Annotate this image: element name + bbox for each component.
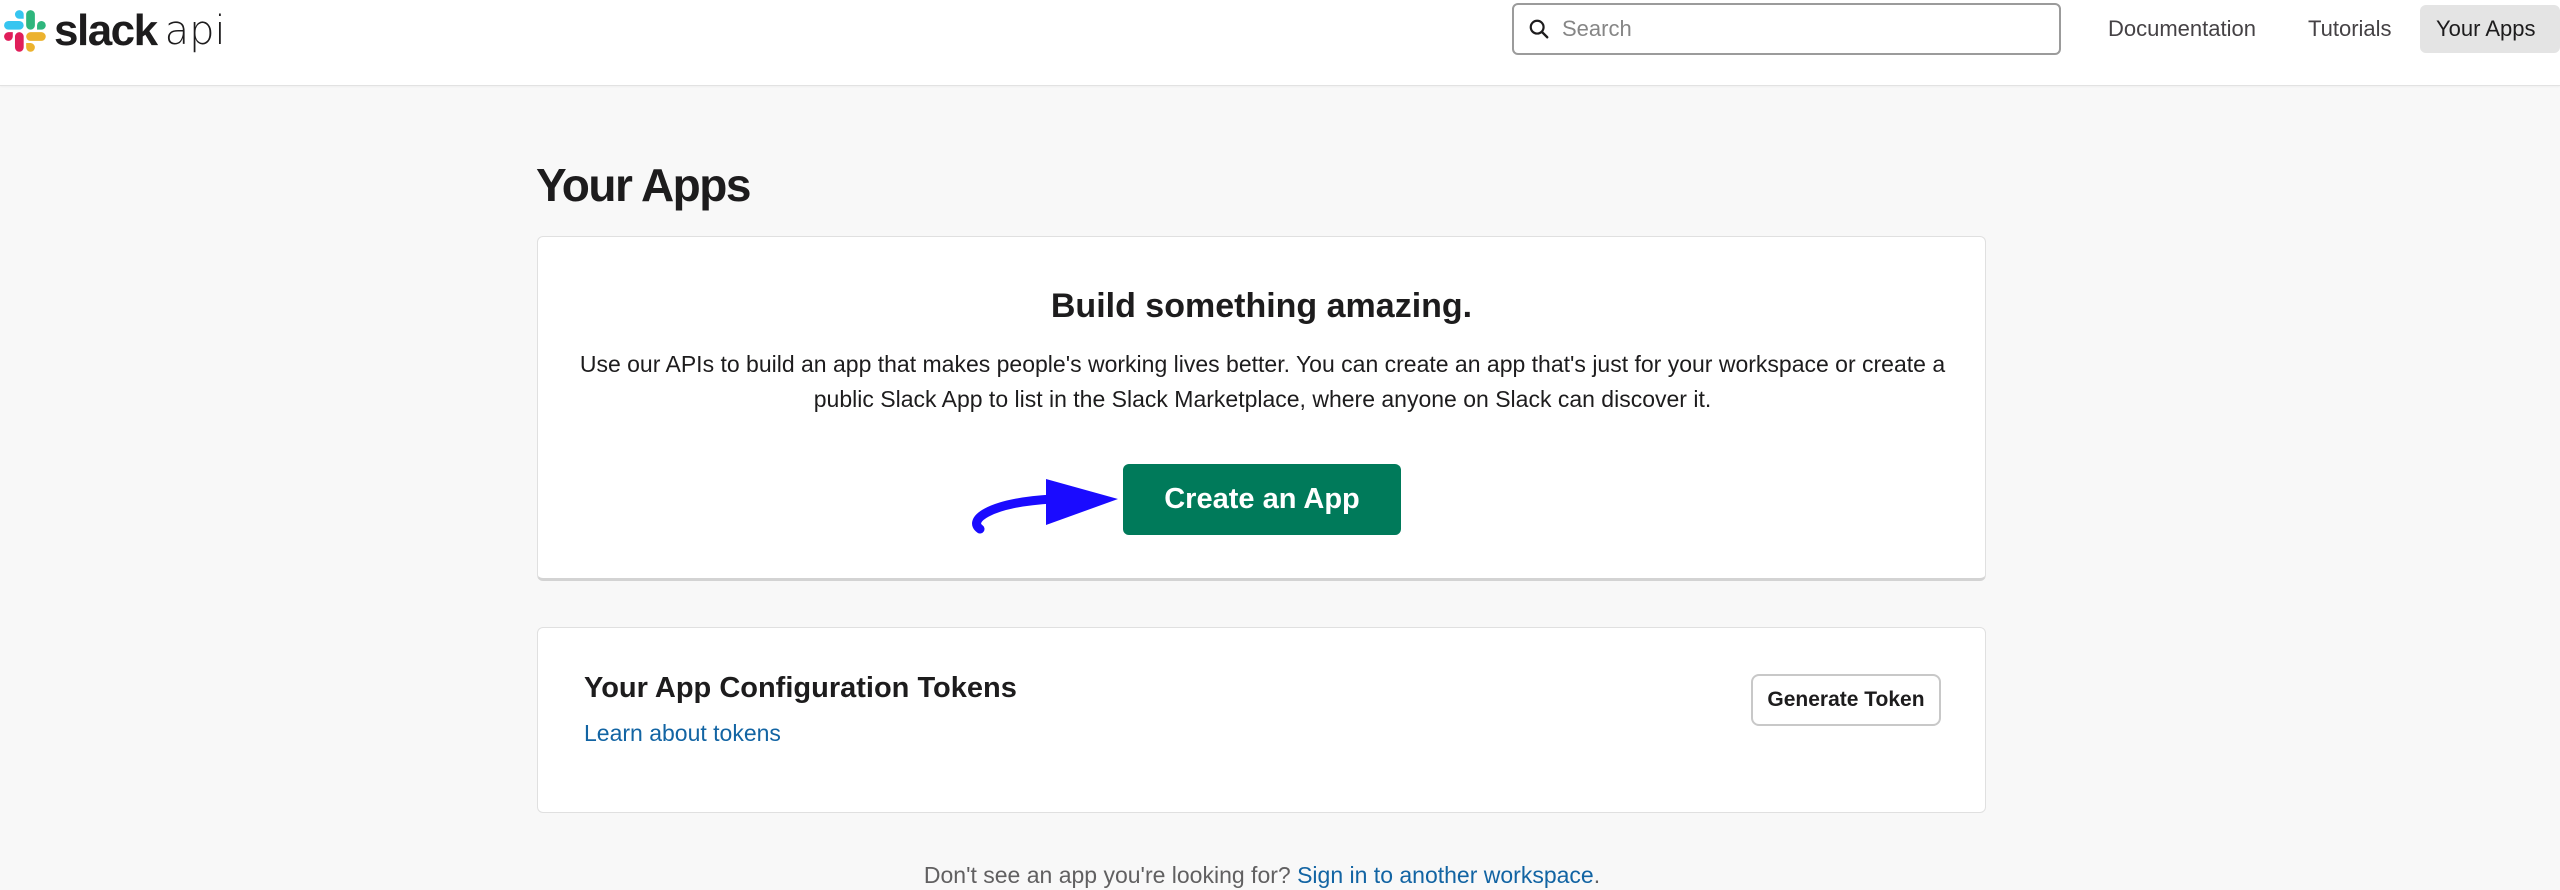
footer-note: Don't see an app you're looking for? Sig… <box>0 862 2524 889</box>
build-app-card: Build something amazing. Use our APIs to… <box>537 236 1986 581</box>
slack-api-logo-link[interactable]: slack api <box>4 6 226 56</box>
arrow-annotation-icon <box>972 479 1118 534</box>
nav-your-apps[interactable]: Your Apps <box>2420 5 2560 53</box>
tokens-title: Your App Configuration Tokens <box>584 672 1017 704</box>
hero-title: Build something amazing. <box>1050 287 1473 325</box>
footer-text: Don't see an app you're looking for? <box>923 862 1291 888</box>
learn-about-tokens-link[interactable]: Learn about tokens <box>584 720 781 747</box>
page-title: Your Apps <box>536 159 751 211</box>
sign-in-another-workspace-link[interactable]: Sign in to another workspace <box>1297 862 1594 888</box>
nav-tutorials[interactable]: Tutorials <box>2292 5 2416 53</box>
create-an-app-button[interactable]: Create an App <box>1123 464 1401 535</box>
configuration-tokens-card: Your App Configuration Tokens Learn abou… <box>537 627 1986 813</box>
search-box[interactable] <box>1512 3 2061 55</box>
hero-description: Use our APIs to build an app that makes … <box>579 351 1946 412</box>
logo-suffix: api <box>164 8 226 54</box>
slack-logo-icon <box>4 10 46 52</box>
generate-token-button[interactable]: Generate Token <box>1751 674 1941 726</box>
footer-suffix: . <box>1593 862 1601 888</box>
nav-documentation[interactable]: Documentation <box>2092 5 2284 53</box>
logo-wordmark: slack <box>54 6 158 55</box>
top-navigation-bar: slack api Documentation Tutorials Your A… <box>0 0 2560 86</box>
search-icon <box>1529 19 1549 39</box>
search-input[interactable] <box>1560 15 2040 43</box>
